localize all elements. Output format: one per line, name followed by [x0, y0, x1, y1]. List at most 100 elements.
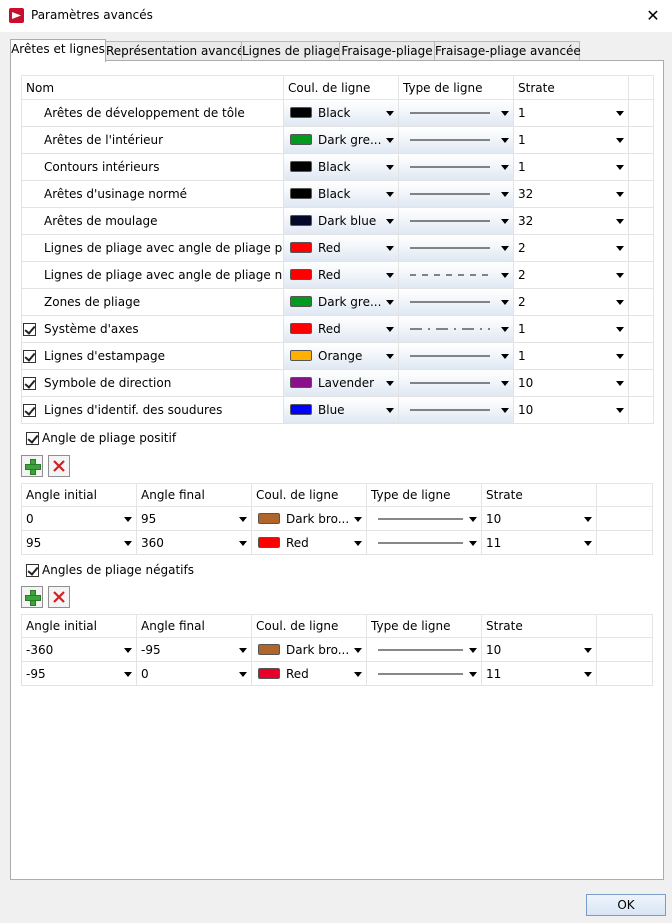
name-cell: Lignes de pliage avec angle de pliage né…: [21, 261, 284, 289]
positive-angle-checkbox[interactable]: [26, 432, 39, 445]
layer-dropdown[interactable]: 10: [483, 508, 596, 530]
color-name: Dark bro...: [286, 642, 350, 657]
line-type-dropdown[interactable]: [399, 316, 513, 342]
line-type-dropdown[interactable]: [399, 370, 513, 396]
line-color-dropdown[interactable]: Dark bro...: [253, 639, 366, 661]
start-angle-dropdown[interactable]: 95: [23, 532, 136, 554]
chevron-down-icon: [616, 408, 624, 413]
end-angle-dropdown[interactable]: 360: [138, 532, 251, 554]
linetype-cell: [398, 369, 514, 397]
line-type-dropdown[interactable]: [399, 127, 513, 153]
chevron-down-icon: [501, 381, 509, 386]
chevron-down-icon: [616, 165, 624, 170]
line-color-dropdown[interactable]: Black: [284, 181, 398, 207]
line-type-dropdown[interactable]: [399, 181, 513, 207]
line-color-dropdown[interactable]: Red: [284, 235, 398, 261]
line-type-dropdown[interactable]: [368, 532, 481, 554]
layer-value: 10: [518, 403, 534, 417]
name-cell: Symbole de direction: [21, 369, 284, 397]
line-type-dropdown[interactable]: [399, 100, 513, 126]
edge-type-label: Lignes d'identif. des soudures: [44, 403, 223, 417]
line-color-dropdown[interactable]: Orange: [284, 343, 398, 369]
line-type-dropdown[interactable]: [368, 639, 481, 661]
close-button[interactable]: ✕: [642, 5, 664, 27]
line-color-dropdown[interactable]: Black: [284, 100, 398, 126]
start-angle-dropdown[interactable]: -95: [23, 663, 136, 685]
start-angle-dropdown[interactable]: -360: [23, 639, 136, 661]
name-cell: Lignes d'identif. des soudures: [21, 396, 284, 424]
layer-dropdown[interactable]: 32: [515, 209, 628, 234]
edge-type-label: Arêtes de moulage: [44, 214, 158, 228]
chevron-down-icon: [501, 327, 509, 332]
layer-dropdown[interactable]: 10: [483, 639, 596, 661]
row-visibility-checkbox[interactable]: [23, 350, 36, 363]
line-type-dropdown[interactable]: [399, 289, 513, 315]
layer-value: 1: [518, 322, 526, 336]
line-color-dropdown[interactable]: Lavender: [284, 370, 398, 396]
line-color-dropdown[interactable]: Dark blue: [284, 208, 398, 234]
tab-advanced-representation[interactable]: Représentation avancée: [105, 41, 252, 61]
layer-dropdown[interactable]: 1: [515, 317, 628, 342]
line-color-dropdown[interactable]: Red: [284, 316, 398, 342]
line-color-dropdown[interactable]: Dark gre...: [284, 289, 398, 315]
line-type-dropdown[interactable]: [368, 508, 481, 530]
name-cell: Arêtes d'usinage normé: [21, 180, 284, 208]
line-style-preview: [410, 274, 490, 276]
line-color-dropdown[interactable]: Dark gre...: [284, 127, 398, 153]
end-angle-dropdown[interactable]: 95: [138, 508, 251, 530]
line-color-dropdown[interactable]: Dark bro...: [253, 508, 366, 530]
tab-advanced-milling-bending[interactable]: Fraisage-pliage avancée: [434, 41, 581, 61]
line-type-dropdown[interactable]: [399, 343, 513, 369]
line-color-dropdown[interactable]: Red: [253, 663, 366, 685]
start-angle-dropdown[interactable]: 0: [23, 508, 136, 530]
tab-edges-and-lines[interactable]: Arêtes et lignes: [10, 39, 106, 62]
chevron-down-icon: [616, 111, 624, 116]
layer-dropdown[interactable]: 10: [515, 371, 628, 396]
layer-dropdown[interactable]: 1: [515, 155, 628, 180]
line-color-dropdown[interactable]: Blue: [284, 397, 398, 423]
chevron-down-icon: [124, 540, 132, 546]
start-angle-value: -360: [26, 642, 54, 657]
layer-dropdown[interactable]: 10: [515, 398, 628, 423]
line-color-dropdown[interactable]: Black: [284, 154, 398, 180]
row-visibility-checkbox[interactable]: [23, 323, 36, 336]
chevron-down-icon: [501, 192, 509, 197]
layer-dropdown[interactable]: 32: [515, 182, 628, 207]
end-angle-cell: 0: [136, 661, 252, 686]
table-row: Contours intérieurs Black 1: [21, 153, 654, 181]
end-angle-value: 95: [141, 511, 157, 526]
delete-negative-range-button[interactable]: [48, 586, 70, 608]
table-row: 0 95 Dark bro... 10: [21, 506, 653, 531]
end-angle-dropdown[interactable]: -95: [138, 639, 251, 661]
line-type-dropdown[interactable]: [399, 235, 513, 261]
line-style-preview: [378, 542, 463, 543]
layer-dropdown[interactable]: 1: [515, 128, 628, 153]
delete-positive-range-button[interactable]: [48, 455, 70, 477]
layer-dropdown[interactable]: 2: [515, 290, 628, 315]
tab-bend-lines[interactable]: Lignes de pliage: [241, 41, 340, 61]
line-type-dropdown[interactable]: [399, 397, 513, 423]
ok-button[interactable]: OK: [586, 894, 666, 916]
line-color-dropdown[interactable]: Red: [284, 262, 398, 288]
layer-dropdown[interactable]: 11: [483, 532, 596, 554]
line-color-dropdown[interactable]: Red: [253, 532, 366, 554]
row-visibility-checkbox[interactable]: [23, 377, 36, 390]
line-type-dropdown[interactable]: [399, 208, 513, 234]
tab-milling-bending[interactable]: Fraisage-pliage: [339, 41, 435, 61]
end-angle-dropdown[interactable]: 0: [138, 663, 251, 685]
add-positive-range-button[interactable]: [21, 455, 43, 477]
line-type-dropdown[interactable]: [399, 154, 513, 180]
line-type-dropdown[interactable]: [399, 262, 513, 288]
layer-dropdown[interactable]: 1: [515, 344, 628, 369]
layer-dropdown[interactable]: 11: [483, 663, 596, 685]
edge-type-label: Symbole de direction: [44, 376, 172, 390]
negative-angle-checkbox[interactable]: [26, 564, 39, 577]
add-negative-range-button[interactable]: [21, 586, 43, 608]
chevron-down-icon: [469, 540, 477, 546]
row-visibility-checkbox[interactable]: [23, 404, 36, 417]
chevron-down-icon: [501, 246, 509, 251]
line-type-dropdown[interactable]: [368, 663, 481, 685]
layer-dropdown[interactable]: 1: [515, 101, 628, 126]
layer-dropdown[interactable]: 2: [515, 263, 628, 288]
layer-dropdown[interactable]: 2: [515, 236, 628, 261]
